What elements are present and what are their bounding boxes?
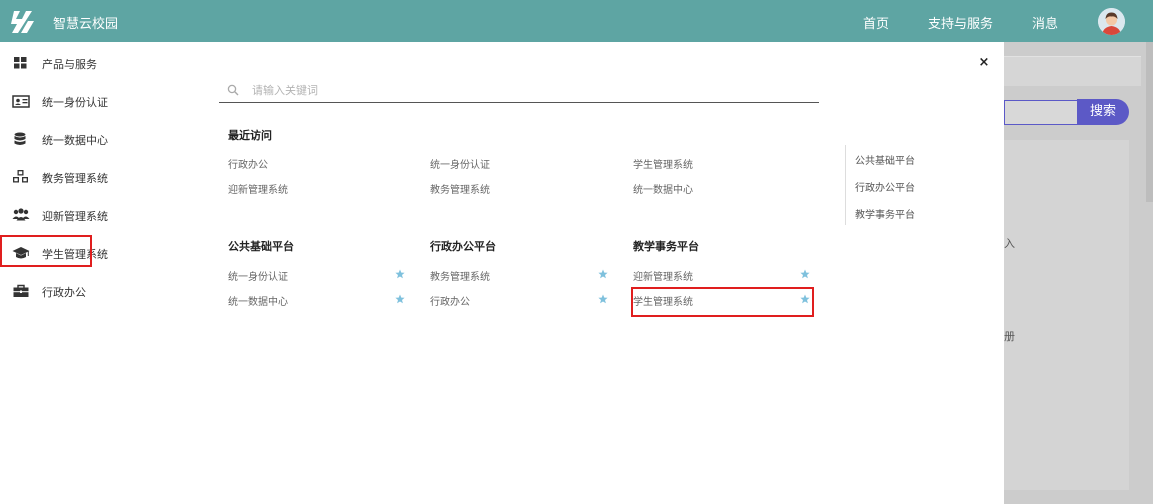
recent-link[interactable]: 行政办公 — [228, 156, 268, 171]
category-title-teaching-affairs: 教学事务平台 — [633, 240, 699, 253]
sidebar-item-label: 迎新管理系统 — [42, 210, 108, 223]
cubes-icon — [12, 169, 30, 185]
right-nav-divider — [845, 145, 846, 225]
sidebar-item-identity[interactable]: 统一身份认证 — [0, 83, 190, 119]
sidebar-item-data-center[interactable]: 统一数据中心 — [0, 121, 190, 157]
search-icon — [227, 84, 239, 96]
background-tab-strip — [1004, 56, 1141, 86]
background-text: 入 — [1004, 237, 1015, 250]
recent-link[interactable]: 学生管理系统 — [633, 156, 693, 171]
app-title: 智慧云校园 — [53, 17, 119, 32]
top-header: 智慧云校园 首页 支持与服务 消息 — [0, 0, 1153, 42]
sidebar-highlight-box — [0, 235, 92, 267]
recent-section-title: 最近访问 — [228, 129, 272, 142]
nav-messages[interactable]: 消息 — [1032, 13, 1058, 32]
nav-support[interactable]: 支持与服务 — [928, 13, 993, 32]
highlight-box — [631, 287, 814, 317]
category-link[interactable]: 统一身份认证 — [228, 268, 288, 283]
logo-icon[interactable] — [8, 9, 36, 35]
background-text: 册 — [1004, 330, 1015, 343]
sidebar-item-academic[interactable]: 教务管理系统 — [0, 159, 190, 195]
background-content-panel: 入 册 — [1004, 140, 1129, 490]
recent-link[interactable]: 迎新管理系统 — [228, 181, 288, 196]
right-nav-link[interactable]: 行政办公平台 — [855, 179, 915, 194]
sidebar-item-admin-office[interactable]: 行政办公 — [0, 273, 190, 309]
favorite-star-icon[interactable] — [395, 294, 405, 304]
sidebar-item-label: 教务管理系统 — [42, 172, 108, 185]
nav-home[interactable]: 首页 — [863, 13, 889, 32]
background-page: 搜索 入 册 — [1004, 42, 1153, 504]
favorite-star-icon[interactable] — [395, 269, 405, 279]
favorite-star-icon[interactable] — [800, 269, 810, 279]
search-bar — [219, 78, 819, 103]
background-search-button: 搜索 — [1077, 99, 1129, 125]
category-link[interactable]: 教务管理系统 — [430, 268, 490, 283]
category-link[interactable]: 统一数据中心 — [228, 293, 288, 308]
category-title-public-base: 公共基础平台 — [228, 240, 294, 253]
recent-link[interactable]: 教务管理系统 — [430, 181, 490, 196]
grid-icon — [12, 55, 30, 71]
category-link[interactable]: 迎新管理系统 — [633, 268, 693, 283]
favorite-star-icon[interactable] — [598, 269, 608, 279]
search-input[interactable] — [252, 81, 812, 99]
sidebar-item-label: 统一数据中心 — [42, 134, 108, 147]
product-menu-overlay: 产品与服务 统一身份认证 统一数据中心 教务管理系统 迎新管理系统 学生管理系统 — [0, 42, 1004, 504]
sidebar-item-label: 行政办公 — [42, 286, 86, 299]
close-icon[interactable]: × — [977, 56, 991, 70]
briefcase-icon — [12, 283, 30, 299]
database-icon — [12, 131, 30, 147]
user-avatar[interactable] — [1098, 8, 1125, 35]
users-icon — [12, 207, 30, 223]
id-card-icon — [12, 93, 30, 109]
sidebar-item-label: 统一身份认证 — [42, 96, 108, 109]
background-search-field — [1004, 100, 1078, 125]
category-title-admin-office: 行政办公平台 — [430, 240, 496, 253]
right-nav-link[interactable]: 公共基础平台 — [855, 152, 915, 167]
sidebar-item-products[interactable]: 产品与服务 — [0, 45, 190, 81]
category-link[interactable]: 行政办公 — [430, 293, 470, 308]
recent-link[interactable]: 统一数据中心 — [633, 181, 693, 196]
recent-link[interactable]: 统一身份认证 — [430, 156, 490, 171]
sidebar-item-label: 产品与服务 — [42, 58, 97, 71]
sidebar-item-enrollment[interactable]: 迎新管理系统 — [0, 197, 190, 233]
favorite-star-icon[interactable] — [598, 294, 608, 304]
right-nav-link[interactable]: 教学事务平台 — [855, 206, 915, 221]
background-scrollbar — [1146, 42, 1153, 202]
